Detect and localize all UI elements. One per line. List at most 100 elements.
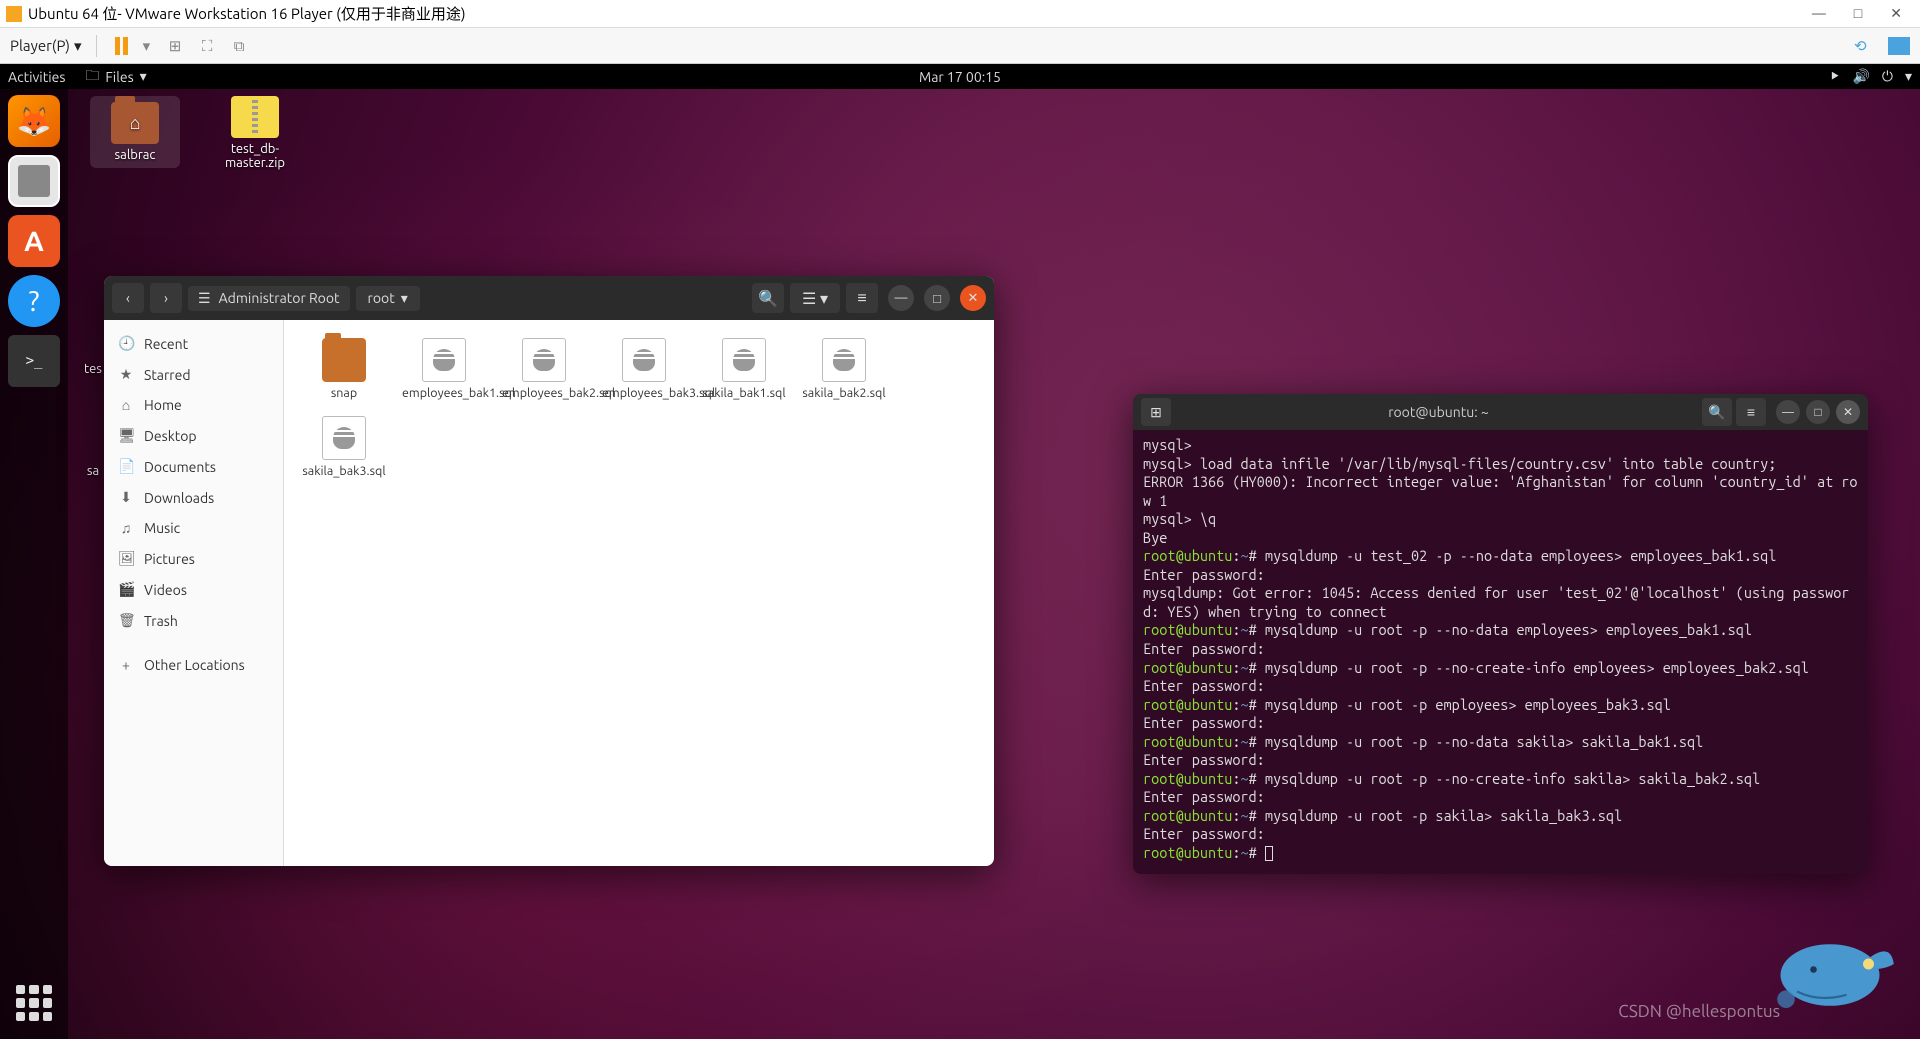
chevron-down-icon: ▾ <box>74 37 82 55</box>
file-name: sakila_bak1.sql <box>702 386 786 400</box>
terminal-title: root@ubuntu: ~ <box>1175 404 1702 420</box>
view-toggle[interactable]: ☰ ▾ <box>790 283 840 313</box>
show-applications-button[interactable] <box>16 985 52 1021</box>
file-item[interactable]: snap <box>298 334 390 404</box>
watermark-text: CSDN @hellespontus <box>1618 1002 1780 1021</box>
sidebar-icon: ⌂ <box>118 397 134 413</box>
sidebar-item-music[interactable]: ♫ Music <box>104 513 283 543</box>
fullscreen-icon[interactable]: ⛶ <box>196 35 218 57</box>
network-icon[interactable]: ⯈ <box>1829 68 1840 85</box>
file-item[interactable]: employees_bak2.sql <box>498 334 590 404</box>
vmware-titlebar: Ubuntu 64 位- VMware Workstation 16 Playe… <box>0 0 1920 28</box>
volume-icon[interactable]: 🔊 <box>1852 68 1869 85</box>
sidebar-icon: 🖼 <box>118 550 134 567</box>
new-tab-button[interactable]: ⊞ <box>1141 398 1171 426</box>
files-launcher[interactable] <box>8 155 60 207</box>
sidebar-label: Documents <box>144 459 216 475</box>
pause-button[interactable] <box>111 35 133 57</box>
unity-icon[interactable]: ⧉ <box>228 35 250 57</box>
software-launcher[interactable]: A <box>8 215 60 267</box>
file-name: snap <box>302 386 386 400</box>
sidebar-item-recent[interactable]: 🕘 Recent <box>104 328 283 359</box>
active-app-indicator[interactable]: 🗀 Files ▾ <box>85 65 146 89</box>
chevron-down-icon: ▾ <box>140 68 147 85</box>
admin-icon: ☰ <box>198 290 211 307</box>
sidebar-icon: 🎬 <box>118 581 134 598</box>
nautilus-window: ‹ › ☰ Administrator Root root ▾ 🔍 ☰ ▾ ≡ … <box>104 276 994 866</box>
sidebar-item-home[interactable]: ⌂Home <box>104 390 283 420</box>
sidebar-item-starred[interactable]: ★Starred <box>104 359 283 390</box>
terminal-output[interactable]: mysql>mysql> load data infile '/var/lib/… <box>1133 430 1868 869</box>
ubuntu-desktop[interactable]: Activities 🗀 Files ▾ Mar 17 00:15 ⯈ 🔊 ⏻ … <box>0 64 1920 1039</box>
sql-file-icon <box>322 416 366 460</box>
sidebar-label: Music <box>144 520 180 536</box>
sidebar-toggle-icon[interactable] <box>1888 37 1910 55</box>
file-item[interactable]: employees_bak1.sql <box>398 334 490 404</box>
sidebar-item-downloads[interactable]: ⬇Downloads <box>104 482 283 513</box>
sidebar-icon: ★ <box>118 366 134 383</box>
folder-icon <box>111 102 159 144</box>
search-button[interactable]: 🔍 <box>1702 398 1732 426</box>
activities-button[interactable]: Activities <box>8 69 65 85</box>
gnome-top-bar: Activities 🗀 Files ▾ Mar 17 00:15 ⯈ 🔊 ⏻ … <box>0 64 1920 89</box>
terminal-launcher[interactable] <box>8 335 60 387</box>
path-segment-root[interactable]: root ▾ <box>356 286 420 311</box>
back-button[interactable]: ‹ <box>112 283 144 313</box>
nautilus-sidebar: 🕘 Recent ★Starred⌂Home🖥Desktop📄Documents⬇D… <box>104 320 284 866</box>
whale-logo-icon <box>1760 909 1900 1019</box>
hamburger-menu[interactable]: ≡ <box>846 283 878 313</box>
sidebar-icon: ♫ <box>118 520 134 536</box>
cycle-icon[interactable]: ⟲ <box>1854 37 1876 55</box>
player-menu[interactable]: Player(P)▾ <box>10 37 82 55</box>
sidebar-label: Trash <box>144 613 178 629</box>
chevron-down-icon[interactable]: ▾ <box>143 37 151 55</box>
sidebar-item-other-locations[interactable]: +Other Locations <box>104 650 283 680</box>
desktop-file-zip[interactable]: test_db-master.zip <box>210 96 300 170</box>
sidebar-label: Desktop <box>144 428 197 444</box>
minimize-button[interactable]: — <box>1812 5 1826 22</box>
terminal-header: ⊞ root@ubuntu: ~ 🔍 ≡ — □ ✕ <box>1133 394 1868 430</box>
sql-file-icon <box>822 338 866 382</box>
firefox-launcher[interactable]: 🦊 <box>8 95 60 147</box>
file-name: sakila_bak3.sql <box>302 464 386 478</box>
terminal-window: ⊞ root@ubuntu: ~ 🔍 ≡ — □ ✕ mysql>mysql> … <box>1133 394 1868 874</box>
file-name: employees_bak1.sql <box>402 386 486 400</box>
close-button[interactable]: ✕ <box>1836 400 1860 424</box>
search-button[interactable]: 🔍 <box>752 283 784 313</box>
desktop-folder-salbrac[interactable]: salbrac <box>90 96 180 168</box>
sidebar-item-desktop[interactable]: 🖥Desktop <box>104 420 283 451</box>
maximize-button[interactable]: □ <box>924 285 950 311</box>
path-bar[interactable]: ☰ Administrator Root <box>188 286 350 311</box>
sidebar-item-documents[interactable]: 📄Documents <box>104 451 283 482</box>
forward-button[interactable]: › <box>150 283 182 313</box>
hamburger-menu[interactable]: ≡ <box>1736 398 1766 426</box>
vmware-title: Ubuntu 64 位- VMware Workstation 16 Playe… <box>28 3 466 24</box>
file-item[interactable]: employees_bak3.sql <box>598 334 690 404</box>
power-icon[interactable]: ⏻ <box>1882 68 1893 85</box>
file-item[interactable]: sakila_bak2.sql <box>798 334 890 404</box>
file-name: sakila_bak2.sql <box>802 386 886 400</box>
send-ctrl-alt-del-icon[interactable]: ⊞ <box>164 35 186 57</box>
sql-file-icon <box>522 338 566 382</box>
close-button[interactable]: ✕ <box>1890 5 1902 22</box>
sidebar-label: Recent <box>144 336 188 352</box>
sidebar-item-videos[interactable]: 🎬Videos <box>104 574 283 605</box>
nautilus-header: ‹ › ☰ Administrator Root root ▾ 🔍 ☰ ▾ ≡ … <box>104 276 994 320</box>
chevron-down-icon[interactable]: ▾ <box>1905 68 1912 85</box>
clock[interactable]: Mar 17 00:15 <box>919 69 1001 85</box>
sidebar-item-pictures[interactable]: 🖼Pictures <box>104 543 283 574</box>
file-name: employees_bak3.sql <box>602 386 686 400</box>
file-item[interactable]: sakila_bak3.sql <box>298 412 390 482</box>
maximize-button[interactable]: □ <box>1806 400 1830 424</box>
nautilus-file-grid[interactable]: snap employees_bak1.sql employees_bak2.sql… <box>284 320 994 866</box>
folder-icon <box>322 338 366 382</box>
close-button[interactable]: ✕ <box>960 285 986 311</box>
minimize-button[interactable]: — <box>1776 400 1800 424</box>
sidebar-icon: 🕘 <box>118 335 134 352</box>
minimize-button[interactable]: — <box>888 285 914 311</box>
maximize-button[interactable]: □ <box>1854 5 1862 22</box>
help-launcher[interactable]: ? <box>8 275 60 327</box>
sidebar-label: Downloads <box>144 490 214 506</box>
sidebar-item-trash[interactable]: 🗑Trash <box>104 605 283 636</box>
file-item[interactable]: sakila_bak1.sql <box>698 334 790 404</box>
